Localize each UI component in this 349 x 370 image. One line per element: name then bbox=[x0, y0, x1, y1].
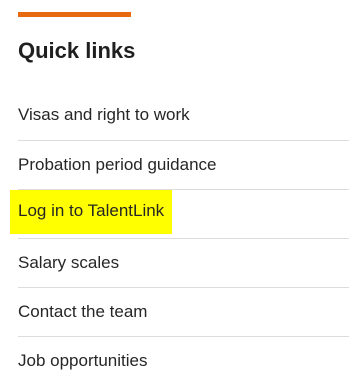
list-item: Salary scales bbox=[18, 238, 349, 287]
link-salary-scales[interactable]: Salary scales bbox=[18, 252, 119, 274]
quick-links-panel: Quick links Visas and right to work Prob… bbox=[0, 0, 349, 370]
list-item: Visas and right to work bbox=[18, 91, 349, 140]
list-item: Probation period guidance bbox=[18, 140, 349, 189]
quick-links-list: Visas and right to work Probation period… bbox=[10, 91, 349, 370]
quick-links-heading: Quick links bbox=[18, 38, 136, 63]
list-item: Contact the team bbox=[18, 287, 349, 336]
link-job-opportunities[interactable]: Job opportunities bbox=[18, 350, 147, 370]
link-contact-the-team[interactable]: Contact the team bbox=[18, 301, 147, 323]
accent-bar bbox=[18, 12, 131, 17]
link-visas-right-to-work[interactable]: Visas and right to work bbox=[18, 104, 190, 126]
list-item: Log in to TalentLink bbox=[10, 189, 349, 238]
list-item: Job opportunities bbox=[18, 336, 349, 370]
link-log-in-talentlink[interactable]: Log in to TalentLink bbox=[10, 190, 173, 234]
link-probation-period-guidance[interactable]: Probation period guidance bbox=[18, 154, 216, 176]
